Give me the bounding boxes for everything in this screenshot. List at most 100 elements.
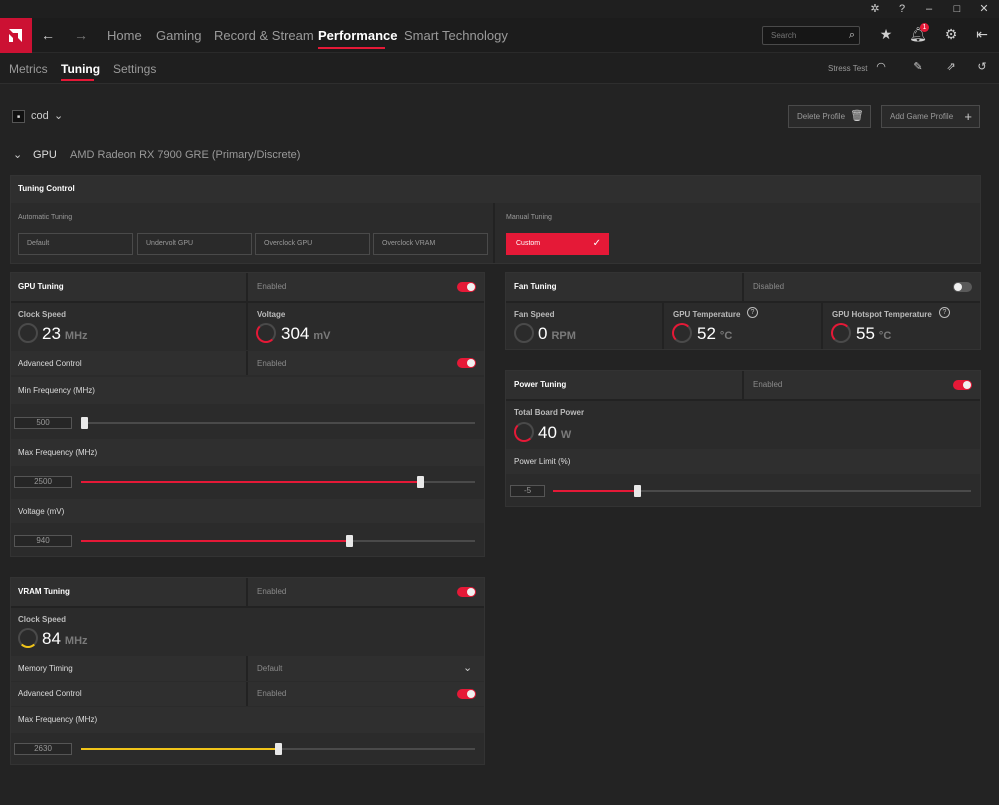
tuning-control-title: Tuning Control bbox=[18, 184, 75, 193]
minimize-icon[interactable]: – bbox=[922, 2, 936, 16]
auto-default-button[interactable]: Default bbox=[18, 233, 133, 255]
gpu-advanced-toggle[interactable] bbox=[457, 358, 476, 368]
maximize-icon[interactable]: □ bbox=[950, 2, 964, 16]
gpu-hotspot-info-icon[interactable]: ? bbox=[939, 307, 950, 318]
tbp-readout: 40 W bbox=[538, 423, 571, 443]
gpu-hotspot-label: GPU Hotspot Temperature bbox=[832, 310, 932, 319]
delete-profile-button[interactable]: Delete Profile 🗑︎ bbox=[788, 105, 871, 128]
search-box[interactable]: ⌕ bbox=[762, 26, 860, 45]
gpu-temp-info-icon[interactable]: ? bbox=[747, 307, 758, 318]
memory-timing-chevron-icon[interactable]: ⌄ bbox=[463, 661, 472, 674]
fan-metric-divider-2 bbox=[821, 303, 823, 349]
add-game-profile-label: Add Game Profile bbox=[890, 112, 954, 121]
slider-fill bbox=[553, 490, 637, 492]
help-icon[interactable]: ? bbox=[895, 2, 909, 16]
tbp-label: Total Board Power bbox=[514, 408, 585, 417]
search-icon[interactable]: ⌕ bbox=[849, 29, 855, 42]
nav-smart-technology[interactable]: Smart Technology bbox=[404, 28, 508, 43]
chevron-down-icon[interactable]: ⌄ bbox=[54, 109, 63, 122]
slider-thumb[interactable] bbox=[417, 476, 424, 488]
gpu-metric-divider bbox=[246, 303, 248, 350]
gpu-temp-gauge-icon bbox=[672, 323, 692, 343]
nav-record-stream[interactable]: Record & Stream bbox=[214, 28, 314, 43]
vram-advanced-toggle[interactable] bbox=[457, 689, 476, 699]
tab-tuning[interactable]: Tuning bbox=[61, 62, 100, 76]
favorites-star-icon[interactable]: ★ bbox=[877, 26, 895, 43]
gpu-clock-speed-label: Clock Speed bbox=[18, 310, 67, 319]
vram-clock-label: Clock Speed bbox=[18, 615, 67, 624]
gpu-voltage-label: Voltage bbox=[257, 310, 286, 319]
stress-test-label[interactable]: Stress Test bbox=[828, 64, 867, 73]
nav-gaming[interactable]: Gaming bbox=[156, 28, 202, 43]
delete-profile-label: Delete Profile bbox=[797, 112, 846, 121]
manual-custom-button[interactable]: Custom ✓ bbox=[506, 233, 609, 255]
vram-max-freq-label: Max Frequency (MHz) bbox=[18, 715, 98, 724]
auto-undervolt-button[interactable]: Undervolt GPU bbox=[137, 233, 252, 255]
fan-speed-readout: 0 RPM bbox=[538, 324, 576, 344]
stress-test-gauge-icon[interactable]: ◠ bbox=[873, 60, 889, 73]
gpu-section-label: GPU bbox=[33, 149, 57, 161]
max-freq-input[interactable]: 2500 bbox=[14, 476, 72, 488]
gpu-clock-gauge-icon bbox=[18, 323, 38, 343]
notification-badge: 1 bbox=[920, 23, 929, 32]
title-bar bbox=[0, 0, 999, 18]
memory-timing-select[interactable]: Default bbox=[257, 664, 282, 673]
min-freq-input[interactable]: 500 bbox=[14, 417, 72, 429]
voltage-slider-input[interactable]: 940 bbox=[14, 535, 72, 547]
search-input[interactable] bbox=[763, 27, 839, 44]
fan-tuning-title: Fan Tuning bbox=[514, 282, 557, 291]
nav-home[interactable]: Home bbox=[107, 28, 142, 43]
game-profile-icon: ■ bbox=[12, 110, 25, 123]
min-freq-label: Min Frequency (MHz) bbox=[18, 386, 95, 395]
sidebar-toggle-icon[interactable]: ⇤ bbox=[973, 26, 991, 43]
gpu-clock-unit: MHz bbox=[64, 330, 88, 342]
gpu-temp-readout: 52 °C bbox=[697, 324, 732, 344]
fan-row-divider bbox=[506, 301, 980, 303]
vram-advanced-status: Enabled bbox=[257, 689, 287, 698]
auto-overclock-gpu-button[interactable]: Overclock GPU bbox=[255, 233, 370, 255]
gpu-clock-readout: 23 MHz bbox=[42, 324, 88, 344]
settings-gear-icon[interactable]: ⚙ bbox=[942, 26, 960, 43]
gpu-advanced-divider bbox=[246, 351, 248, 375]
vram-tuning-toggle[interactable] bbox=[457, 587, 476, 597]
tab-metrics[interactable]: Metrics bbox=[9, 62, 48, 76]
power-limit-input[interactable]: -5 bbox=[510, 485, 545, 497]
forward-arrow-icon[interactable]: → bbox=[73, 27, 89, 43]
add-game-profile-button[interactable]: Add Game Profile + bbox=[881, 105, 980, 128]
fan-tuning-toggle[interactable] bbox=[953, 282, 972, 292]
vram-tuning-status: Enabled bbox=[257, 587, 287, 596]
edit-icon[interactable]: ✎ bbox=[910, 60, 926, 73]
power-row-divider bbox=[506, 399, 980, 401]
slider-thumb[interactable] bbox=[81, 417, 88, 429]
slider-fill bbox=[81, 540, 349, 542]
export-icon[interactable]: ⇗ bbox=[943, 60, 959, 73]
reset-icon[interactable]: ↺ bbox=[974, 60, 990, 73]
gpu-temp-label: GPU Temperature bbox=[673, 310, 741, 319]
bug-report-icon[interactable]: ✲ bbox=[868, 2, 882, 16]
nav-performance[interactable]: Performance bbox=[318, 28, 397, 43]
amd-logo[interactable] bbox=[0, 18, 32, 53]
slider-fill bbox=[81, 748, 278, 750]
slider-thumb[interactable] bbox=[275, 743, 282, 755]
power-tuning-status: Enabled bbox=[753, 380, 783, 389]
power-limit-header bbox=[506, 449, 980, 474]
close-icon[interactable]: ✕ bbox=[977, 2, 991, 16]
vram-max-freq-input[interactable]: 2630 bbox=[14, 743, 72, 755]
slider-thumb[interactable] bbox=[346, 535, 353, 547]
gpu-tuning-title: GPU Tuning bbox=[18, 282, 64, 291]
max-freq-label: Max Frequency (MHz) bbox=[18, 448, 98, 457]
tab-active-indicator bbox=[61, 79, 94, 81]
power-tuning-toggle[interactable] bbox=[953, 380, 972, 390]
collapse-chevron-icon[interactable]: ⌄ bbox=[13, 148, 22, 161]
gpu-hotspot-readout: 55 °C bbox=[856, 324, 891, 344]
vram-header-divider bbox=[246, 578, 248, 606]
min-freq-track[interactable] bbox=[84, 422, 475, 424]
back-arrow-icon[interactable]: ← bbox=[40, 27, 56, 43]
profile-name[interactable]: cod bbox=[31, 110, 49, 122]
manual-tuning-label: Manual Tuning bbox=[506, 214, 552, 221]
vram-clock-value: 84 bbox=[42, 629, 61, 648]
tab-settings[interactable]: Settings bbox=[113, 62, 156, 76]
auto-overclock-vram-button[interactable]: Overclock VRAM bbox=[373, 233, 488, 255]
gpu-tuning-toggle[interactable] bbox=[457, 282, 476, 292]
slider-thumb[interactable] bbox=[634, 485, 641, 497]
